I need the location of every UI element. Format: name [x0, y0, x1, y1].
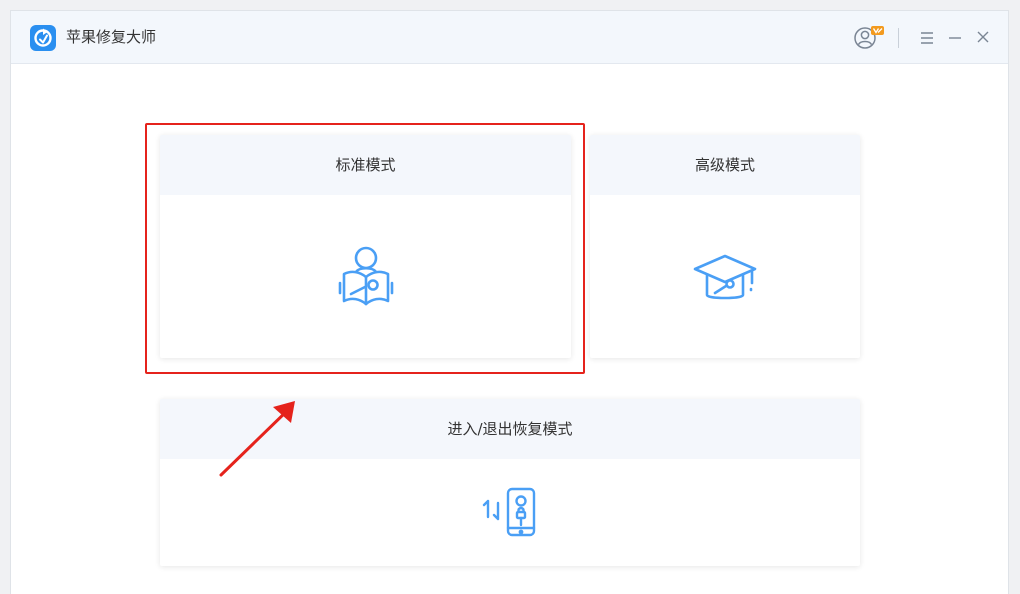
menu-icon[interactable] [919, 24, 935, 52]
close-icon[interactable] [975, 24, 991, 52]
graduation-cap-icon [692, 253, 758, 305]
app-title: 苹果修复大师 [66, 28, 157, 46]
recovery-mode-card[interactable]: 进入/退出恢复模式 [160, 399, 860, 566]
user-avatar-icon[interactable] [852, 24, 888, 52]
minimize-icon[interactable] [947, 24, 963, 52]
titlebar-divider [898, 28, 899, 48]
app-window: 苹果修复大师 标准模式 高级模式 进入/退出恢复模式 [10, 10, 1009, 594]
book-repair-icon [338, 245, 394, 309]
standard-mode-card[interactable]: 标准模式 [160, 135, 571, 358]
advanced-mode-label: 高级模式 [590, 135, 860, 195]
app-logo-icon [30, 25, 56, 51]
advanced-mode-card[interactable]: 高级模式 [590, 135, 860, 358]
titlebar[interactable]: 苹果修复大师 [11, 11, 1008, 64]
recovery-mode-label: 进入/退出恢复模式 [160, 399, 860, 459]
standard-mode-label: 标准模式 [160, 135, 571, 195]
phone-recovery-icon [482, 487, 538, 539]
